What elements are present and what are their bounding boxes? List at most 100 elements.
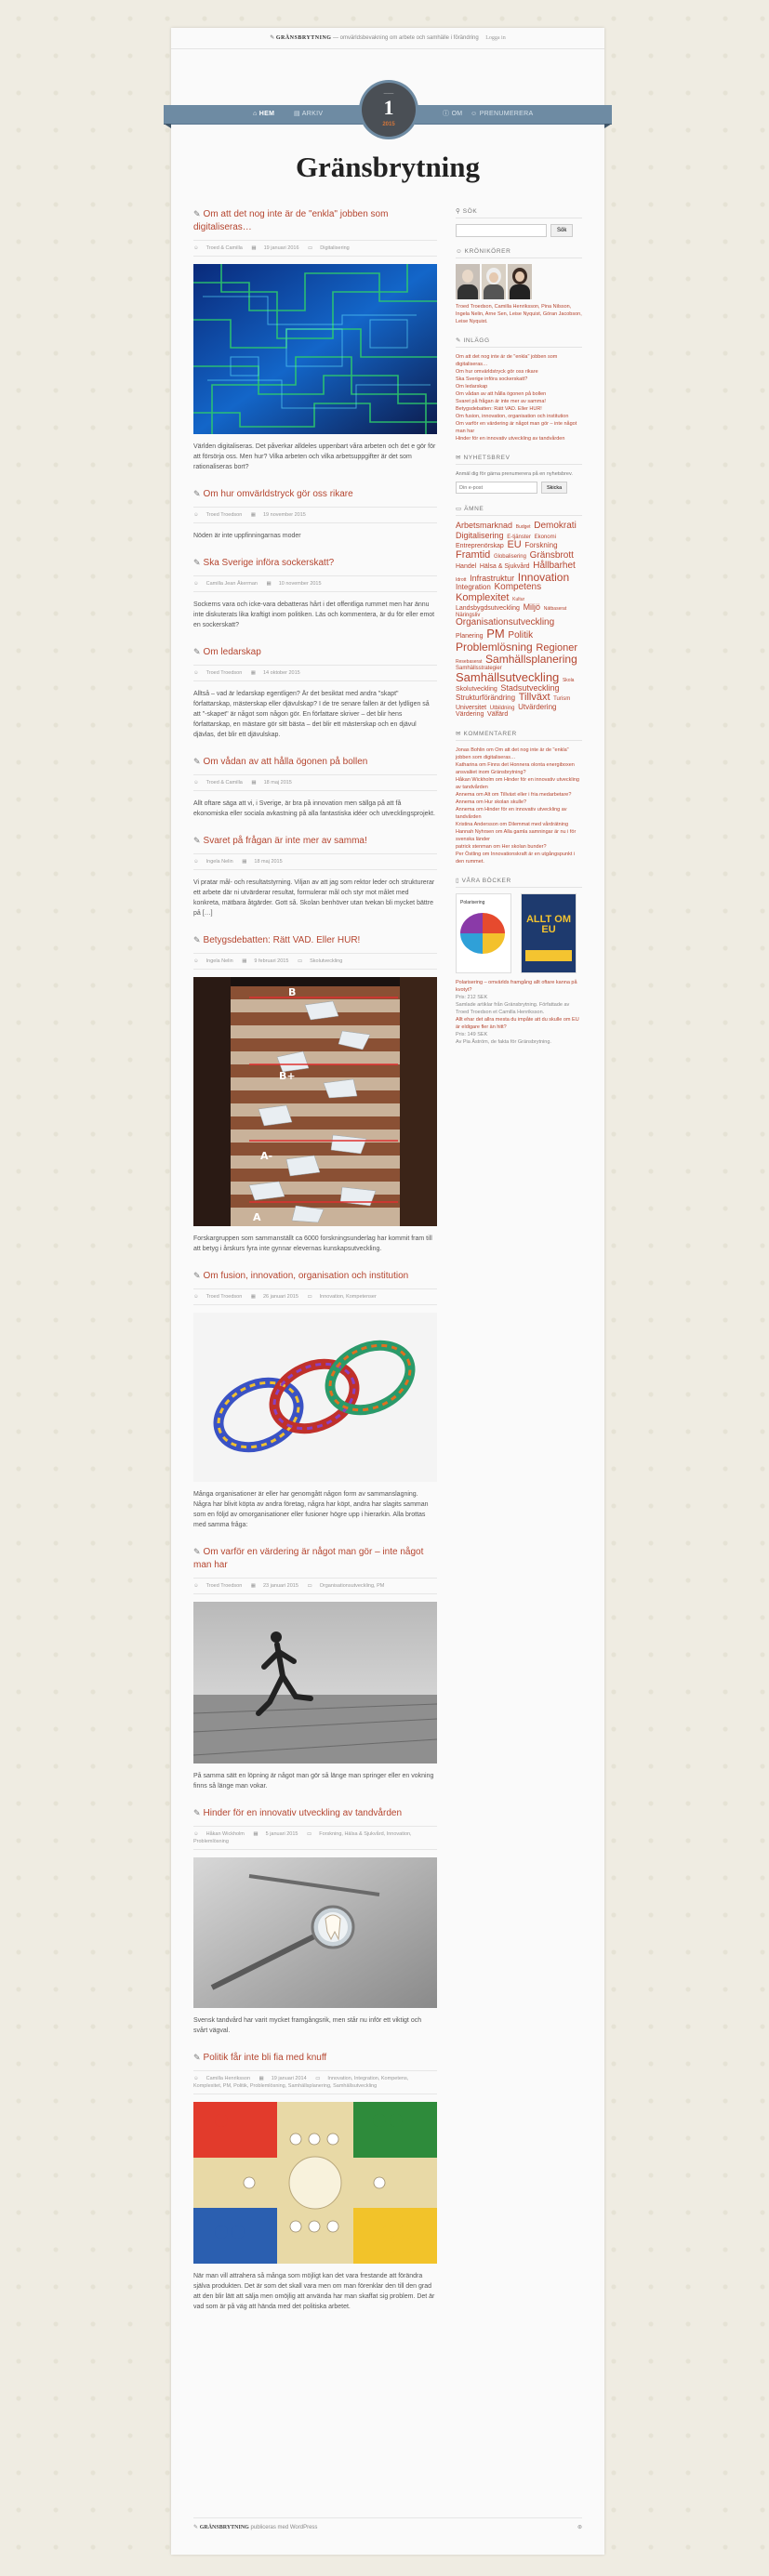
recent-post-link[interactable]: Om varför en värdering är något man gör …: [456, 420, 582, 435]
recent-comment-link[interactable]: Per Östling om Innovationskraft är en ut…: [456, 851, 582, 865]
post-title-text[interactable]: Om vådan av att hålla ögonen på bollen: [204, 757, 368, 767]
avatar[interactable]: [508, 264, 532, 299]
top-site-name[interactable]: GRÄNSBRYTNING: [276, 35, 332, 41]
avatar[interactable]: [456, 264, 480, 299]
recent-comment-link[interactable]: Kristina Andersson om Dilemmat med vårdr…: [456, 821, 582, 828]
tag-link[interactable]: Handel: [456, 563, 476, 570]
post-title[interactable]: ✎ Om varför en värdering är något man gör…: [193, 1545, 437, 1572]
post-title-text[interactable]: Svaret på frågan är inte mer av samma!: [204, 836, 367, 846]
post-title-text[interactable]: Betygsdebatten: Rätt VAD. Eller HUR!: [204, 935, 361, 945]
dental-tool-image[interactable]: [193, 1857, 437, 2008]
post-title[interactable]: ✎ Om vådan av att hålla ögonen på bollen: [193, 755, 437, 769]
recent-comment-link[interactable]: Annema om Hur skolan skulle?: [456, 799, 582, 806]
recent-comment-link[interactable]: Katharina om Finns det Honnera olonta en…: [456, 761, 582, 776]
recent-post-link[interactable]: Om hur omvärldstryck gör oss rikare: [456, 368, 582, 376]
post-title[interactable]: ✎ Om att det nog inte är de "enkla" jobbe…: [193, 207, 437, 234]
site-title[interactable]: Gränsbrytning: [171, 151, 604, 184]
post-title[interactable]: ✎ Om fusion, innovation, organisation och…: [193, 1269, 437, 1283]
tag-link[interactable]: Integration: [456, 583, 491, 591]
recent-comment-link[interactable]: Hannah Nyhrsen om Alla gamla samningar ä…: [456, 828, 582, 843]
email-field[interactable]: [456, 482, 537, 494]
tag-link[interactable]: Digitalisering: [456, 531, 504, 540]
tag-link[interactable]: Kultur: [512, 597, 524, 602]
subscribe-button[interactable]: Skicka: [541, 482, 568, 494]
post-title[interactable]: ✎ Svaret på frågan är inte mer av samma!: [193, 834, 437, 848]
post-author[interactable]: Troed Troedson: [206, 1294, 243, 1300]
post-date[interactable]: 19 januari 2014: [272, 2076, 307, 2081]
post-author[interactable]: Troed & Camilla: [206, 245, 243, 251]
post-title-text[interactable]: Om varför en värdering är något man gör …: [193, 1547, 423, 1570]
post-title[interactable]: ✎ Ska Sverige införa sockerskatt?: [193, 556, 437, 570]
recent-comment-link[interactable]: Annema om Alt om Tillväxt eller i fria m…: [456, 791, 582, 799]
tag-link[interactable]: Gränsbrott: [530, 550, 574, 561]
post-title-text[interactable]: Om hur omvärldstryck gör oss rikare: [204, 489, 353, 499]
post-author[interactable]: Ingela Nelin: [206, 859, 233, 865]
book-link[interactable]: Allt ehar det allra mesta du impåte att …: [456, 1016, 582, 1031]
staircase-papers-image[interactable]: B B+ A- A: [193, 977, 437, 1226]
recent-comment-link[interactable]: patrick stenman om Her skolan bunder?: [456, 843, 582, 851]
tag-link[interactable]: Värdering: [456, 711, 484, 718]
tag-link[interactable]: Infrastruktur: [470, 574, 514, 583]
post-category[interactable]: Digitalisering: [320, 245, 350, 251]
runner-photo[interactable]: [193, 1602, 437, 1764]
footer-site-name[interactable]: GRÄNSBRYTNING: [200, 2525, 249, 2530]
post-title[interactable]: ✎ Om hur omvärldstryck gör oss rikare: [193, 487, 437, 501]
tag-link[interactable]: Ekonomi: [535, 535, 556, 540]
post-title-text[interactable]: Om fusion, innovation, organisation och …: [204, 1271, 409, 1281]
chain-rings-image[interactable]: [193, 1313, 437, 1482]
tag-link[interactable]: Hållbarhet: [533, 561, 576, 571]
post-date[interactable]: 10 november 2015: [279, 581, 322, 587]
recent-comment-link[interactable]: Annema om Hinder för en innovativ utveck…: [456, 806, 582, 821]
tag-link[interactable]: Planering: [456, 633, 484, 640]
tag-link[interactable]: Skolutveckling: [456, 686, 497, 693]
post-title[interactable]: ✎ Politik får inte bli fia med knuff: [193, 2051, 437, 2065]
tag-link[interactable]: Budget: [516, 524, 531, 530]
nav-subscribe[interactable]: ☺ PRENUMERERA: [471, 105, 533, 124]
post-title-text[interactable]: Om ledarskap: [204, 647, 261, 657]
post-date[interactable]: 23 januari 2015: [263, 1583, 298, 1589]
recent-comment-link[interactable]: Jonas Bohlin om Om att det nog inte är d…: [456, 746, 582, 761]
tag-link[interactable]: Hälsa & Sjukvård: [480, 563, 530, 570]
tag-link[interactable]: Framtid: [456, 549, 490, 561]
wordpress-icon[interactable]: ⊛: [577, 2524, 582, 2530]
tag-link[interactable]: Samhällsplanering: [485, 653, 577, 666]
post-date[interactable]: 19 januari 2016: [264, 245, 299, 251]
post-author[interactable]: Troed & Camilla: [206, 780, 243, 786]
tag-link[interactable]: Landsbygdsutveckling: [456, 605, 520, 612]
tag-link[interactable]: Kompetens: [494, 582, 541, 592]
post-category[interactable]: Innovation, Kompetenser: [320, 1294, 377, 1300]
book-cover-allt-om-eu[interactable]: ALLT OM EU: [521, 892, 577, 973]
tag-link[interactable]: Skola: [563, 678, 575, 683]
tag-link[interactable]: Komplexitet: [456, 592, 509, 603]
recent-post-link[interactable]: Om att det nog inte är de "enkla" jobben…: [456, 353, 582, 368]
post-title-text[interactable]: Hinder för en innovativ utveckling av ta…: [204, 1808, 402, 1818]
post-author[interactable]: Ingela Nelin: [206, 958, 233, 964]
board-game-image[interactable]: [193, 2102, 437, 2264]
nav-home[interactable]: ⌂ HEM: [253, 105, 274, 124]
post-author[interactable]: Troed Troedson: [206, 1583, 243, 1589]
tag-link[interactable]: EU: [507, 539, 521, 550]
tag-link[interactable]: Universitet: [456, 705, 486, 711]
post-title[interactable]: ✎ Betygsdebatten: Rätt VAD. Eller HUR!: [193, 933, 437, 947]
recent-post-link[interactable]: Om ledarskap: [456, 383, 582, 390]
post-date[interactable]: 18 maj 2015: [254, 859, 282, 865]
post-author[interactable]: Camilla Henriksson: [206, 2076, 250, 2081]
post-title[interactable]: ✎ Om ledarskap: [193, 645, 437, 659]
tag-link[interactable]: Turism: [553, 696, 570, 702]
post-date[interactable]: 26 januari 2015: [263, 1294, 298, 1300]
post-title-text[interactable]: Ska Sverige införa sockerskatt?: [204, 558, 335, 568]
tag-link[interactable]: Forskning: [524, 541, 557, 549]
post-date[interactable]: 19 november 2015: [263, 512, 306, 518]
tag-link[interactable]: Demokrati: [534, 521, 577, 531]
tag-link[interactable]: Globalisering: [494, 554, 526, 560]
recent-comment-link[interactable]: Håkan Wickholm om Hinder för en innovati…: [456, 776, 582, 791]
recent-post-link[interactable]: Om fusion, innovation, organisation och …: [456, 413, 582, 420]
nav-archive[interactable]: ▤ ARKIV: [294, 105, 323, 124]
tag-link[interactable]: Idrott: [456, 577, 466, 583]
tag-link[interactable]: Miljö: [524, 602, 541, 612]
avatar[interactable]: [482, 264, 506, 299]
tag-link[interactable]: Tillväxt: [519, 692, 550, 704]
tag-link[interactable]: Strukturförändring: [456, 694, 515, 702]
post-title-text[interactable]: Om att det nog inte är de "enkla" jobben…: [193, 209, 388, 232]
post-date[interactable]: 14 oktober 2015: [263, 670, 300, 676]
